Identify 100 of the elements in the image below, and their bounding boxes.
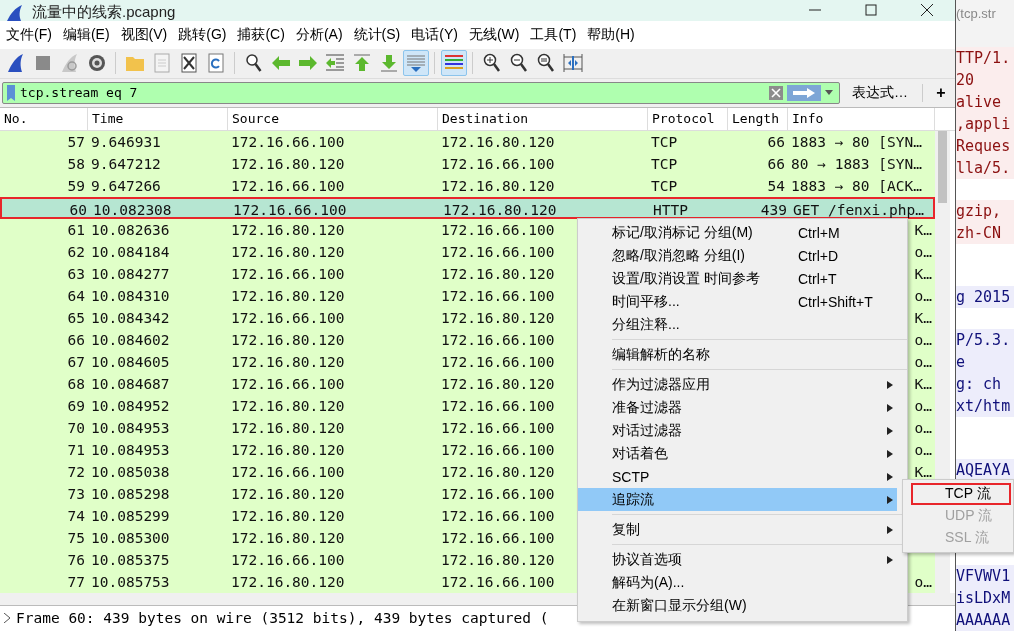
table-cell: 172.16.66.100 (231, 133, 345, 150)
table-cell: 1883 → 80 [ACK… (791, 177, 922, 194)
menu-item[interactable]: 标记/取消标记 分组(M) Ctrl+M (578, 221, 897, 244)
table-cell: 172.16.80.120 (443, 201, 557, 218)
table-cell: o… (914, 573, 932, 590)
bookmark-icon (6, 84, 16, 101)
column-header[interactable]: No. (0, 107, 88, 130)
table-cell: 73 (67, 485, 85, 502)
menu-item[interactable]: 在新窗口显示分组(W) (578, 594, 897, 617)
table-cell: 172.16.80.120 (231, 155, 345, 172)
menu-item[interactable]: 工具(T) (526, 26, 584, 45)
table-cell: 172.16.80.120 (441, 177, 555, 194)
selected-packet-row[interactable]: 60 10.082308 172.16.66.100 172.16.80.120 HTTP 439 GET /fenxi.php… (0, 196, 935, 219)
menu-item[interactable]: TCP 流 (911, 483, 1011, 505)
table-cell: 172.16.66.100 (441, 529, 555, 546)
table-cell: 172.16.80.120 (441, 551, 555, 568)
table-cell: o… (914, 331, 932, 348)
table-cell: 172.16.80.120 (231, 507, 345, 524)
table-cell: 59 (67, 177, 85, 194)
table-cell: 172.16.66.100 (441, 397, 555, 414)
submenu-arrow-icon (887, 427, 893, 435)
table-cell: 172.16.66.100 (441, 441, 555, 458)
add-filter-button[interactable]: + (929, 83, 953, 102)
menu-item[interactable]: 设置/取消设置 时间参考 Ctrl+T (578, 267, 897, 290)
column-header[interactable]: Length (728, 107, 788, 130)
menu-item[interactable]: 统计(S) (349, 26, 408, 45)
dropdown-caret-icon[interactable] (825, 90, 833, 96)
table-cell: 10.084687 (91, 375, 170, 392)
close-icon[interactable] (921, 4, 933, 17)
menu-item[interactable]: 解码为(A)... (578, 571, 897, 594)
expression-button[interactable]: 表达式… (846, 83, 923, 102)
menu-item[interactable]: 分析(A) (291, 26, 350, 45)
menu-item[interactable]: 文件(F) (2, 26, 59, 45)
table-cell: 10.084310 (91, 287, 170, 304)
menu-item[interactable]: 电话(Y) (407, 26, 465, 45)
toolbar-button[interactable] (440, 50, 467, 77)
table-cell: 9.647266 (91, 177, 161, 194)
table-cell: 62 (67, 243, 85, 260)
table-cell: 172.16.66.100 (231, 309, 345, 326)
submenu-arrow-icon (887, 450, 893, 458)
menu-item[interactable]: 协议首选项 (578, 548, 897, 571)
clear-icon[interactable] (769, 85, 783, 100)
table-cell: 172.16.80.120 (441, 309, 555, 326)
menu-item[interactable]: 对话着色 (578, 442, 897, 465)
submenu-arrow-icon (887, 556, 893, 564)
column-header[interactable]: Destination (438, 107, 648, 130)
menu-item[interactable]: 忽略/取消忽略 分组(I) Ctrl+D (578, 244, 897, 267)
column-header[interactable]: Protocol (648, 107, 728, 130)
table-cell: 66 (767, 133, 785, 150)
stop-icon (33, 54, 52, 73)
table-cell: TCP (651, 177, 678, 194)
table-cell: 172.16.80.120 (231, 529, 345, 546)
menu-item[interactable]: 编辑(E) (58, 26, 117, 45)
maximize-icon[interactable] (865, 4, 877, 17)
table-cell: 10.082636 (91, 221, 170, 238)
menu-item[interactable]: SCTP (578, 465, 897, 488)
menu-item[interactable]: 捕获(C) (233, 26, 292, 45)
table-cell: 172.16.80.120 (231, 397, 345, 414)
reload-icon (207, 53, 224, 74)
table-cell: GET /fenxi.php… (793, 201, 924, 218)
scrollbar-thumb[interactable] (938, 130, 947, 203)
menu-item[interactable]: 帮助(H) (583, 26, 642, 45)
table-cell: o… (914, 397, 932, 414)
table-cell: 172.16.80.120 (441, 265, 555, 282)
menu-item[interactable]: 编辑解析的名称 (578, 343, 897, 366)
table-cell: 65 (67, 309, 85, 326)
settings-icon (86, 53, 107, 74)
menu-item[interactable]: 作为过滤器应用 (578, 373, 897, 396)
table-cell: 10.085299 (91, 507, 170, 524)
menu-item[interactable]: 准备过滤器 (578, 396, 897, 419)
folder-icon (124, 54, 145, 73)
table-cell: K… (914, 375, 932, 392)
display-filter-field[interactable]: tcp.stream eq 7 (16, 85, 769, 101)
go-to-line-icon (323, 53, 346, 74)
filter-field-frame[interactable]: tcp.stream eq 7 (2, 81, 840, 104)
resize-columns-icon (561, 53, 584, 74)
menu-item[interactable]: 复制 (578, 518, 897, 541)
table-cell: 75 (67, 529, 85, 546)
table-cell: 172.16.80.120 (231, 221, 345, 238)
table-cell: 439 (760, 201, 787, 218)
column-header[interactable]: Info (788, 107, 935, 130)
table-cell: o… (914, 287, 932, 304)
menu-item[interactable]: 跳转(G) (174, 26, 234, 45)
menu-item[interactable]: 无线(W) (464, 26, 527, 45)
table-cell: o… (914, 243, 932, 260)
column-header[interactable]: Time (88, 107, 228, 130)
menu-item[interactable]: 对话过滤器 (578, 419, 897, 442)
table-cell: 172.16.66.100 (441, 155, 555, 172)
menu-item[interactable]: 视图(V) (116, 26, 175, 45)
table-cell: 172.16.80.120 (231, 419, 345, 436)
table-cell: 10.084953 (91, 419, 170, 436)
expand-icon[interactable] (4, 613, 10, 624)
table-cell: 61 (67, 221, 85, 238)
table-cell: 71 (67, 441, 85, 458)
zoom-out-icon (509, 53, 528, 74)
menu-item[interactable]: 分组注释... (578, 313, 897, 336)
table-cell: 80 → 1883 [SYN… (791, 155, 922, 172)
column-header[interactable]: Source (228, 107, 438, 130)
table-cell: 172.16.66.100 (441, 221, 555, 238)
menu-item[interactable]: 时间平移... Ctrl+Shift+T (578, 290, 897, 313)
